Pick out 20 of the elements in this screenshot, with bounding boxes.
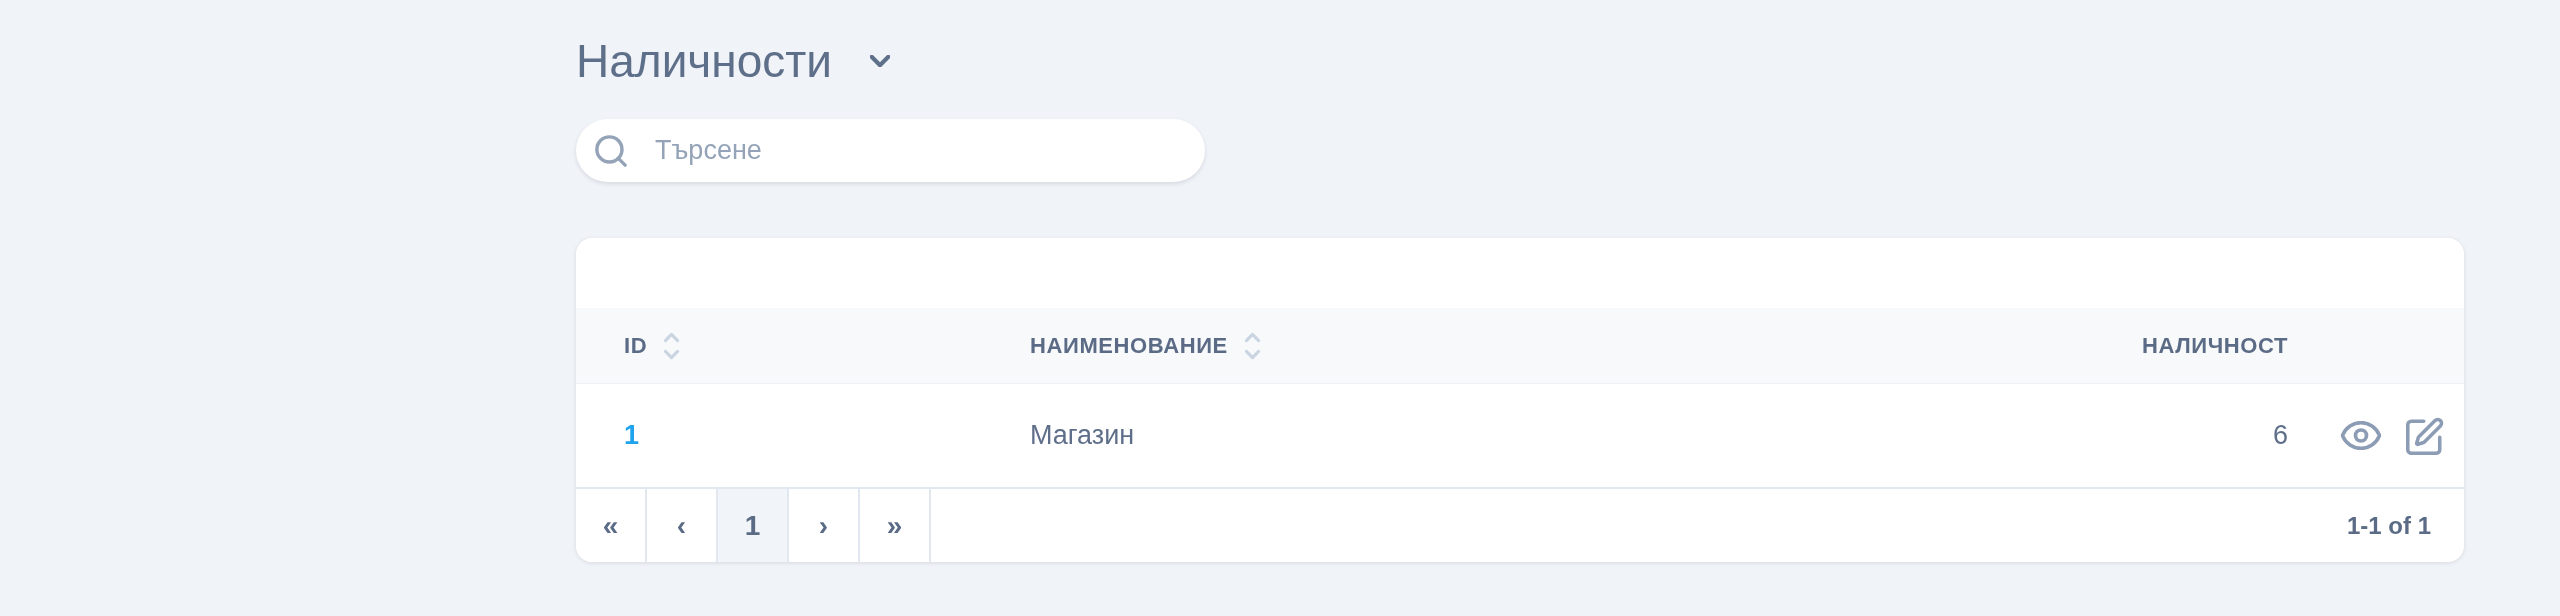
eye-icon[interactable] xyxy=(2340,421,2382,450)
search-field[interactable]: Търсене xyxy=(576,119,1205,182)
sort-icon[interactable] xyxy=(1243,331,1261,360)
table-cell: 6 xyxy=(2272,420,2288,451)
search-icon xyxy=(595,135,627,167)
column-header: НАИМЕНОВАНИЕ xyxy=(1030,332,1228,359)
column-header: ID xyxy=(624,332,648,359)
pagination-summary: 1-1 of 1 xyxy=(2346,511,2432,540)
column-header: НАЛИЧНОСТ xyxy=(2142,332,2288,359)
page-button[interactable]: » xyxy=(860,489,931,562)
edit-icon[interactable] xyxy=(2406,416,2444,455)
page-button[interactable]: › xyxy=(789,489,860,562)
sort-icon[interactable] xyxy=(663,331,681,360)
page-button[interactable]: ‹ xyxy=(647,489,718,562)
table-cell: Магазин xyxy=(1030,420,1135,451)
page-button[interactable]: « xyxy=(576,489,647,562)
id-link[interactable]: 1 xyxy=(624,420,640,451)
page-button[interactable]: 1 xyxy=(718,489,789,562)
chevron-down-icon[interactable] xyxy=(870,55,891,67)
page-title: Наличности xyxy=(576,34,833,89)
